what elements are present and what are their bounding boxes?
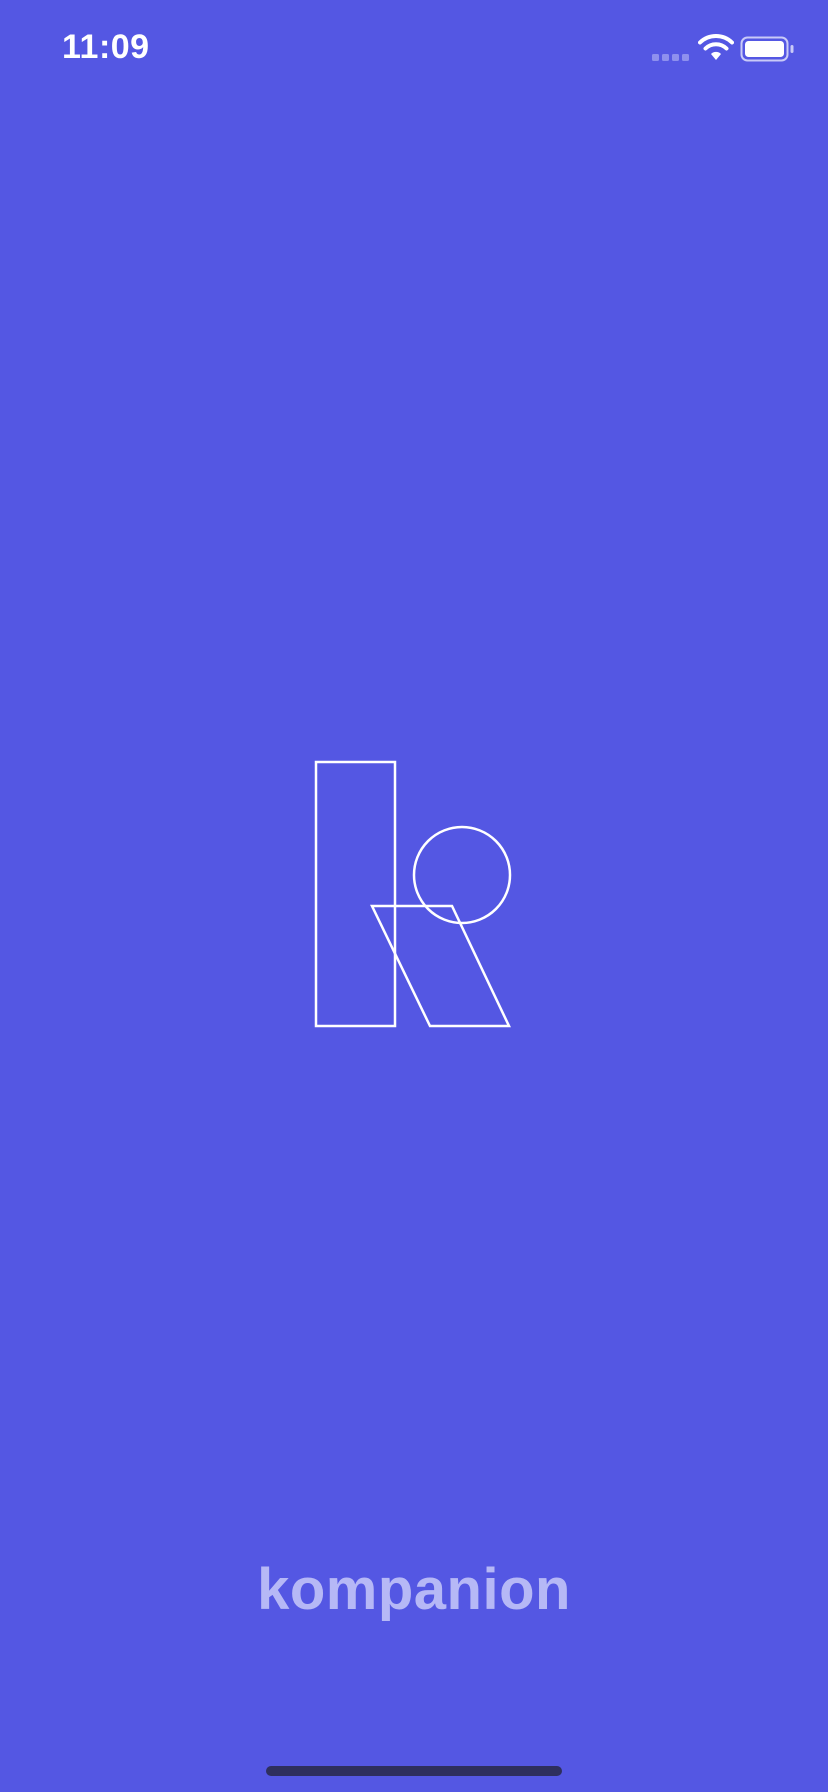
- cellular-signal-icon: [652, 54, 689, 61]
- wifi-icon: [698, 34, 734, 60]
- battery-icon: [740, 36, 794, 62]
- logo-leg-shape: [370, 904, 511, 1028]
- app-wordmark: kompanion: [257, 1557, 571, 1622]
- status-time: 11:09: [62, 28, 150, 66]
- kompanion-k-logo-icon: [314, 760, 512, 1028]
- home-indicator[interactable]: [266, 1766, 562, 1776]
- logo-stem-shape: [314, 760, 397, 1028]
- status-bar: 11:09: [0, 0, 828, 100]
- splash-screen: 11:09 kompanion: [0, 0, 828, 1792]
- logo-circle-shape: [412, 825, 512, 925]
